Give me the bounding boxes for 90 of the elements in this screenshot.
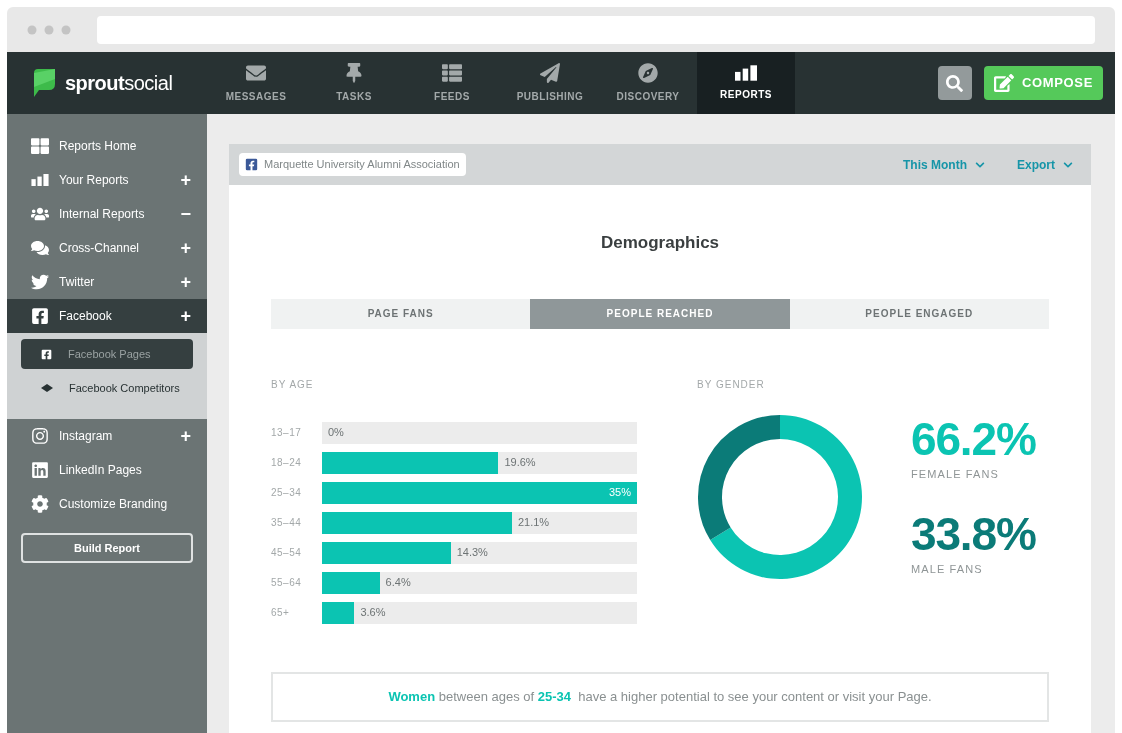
build-report-button[interactable]: Build Report [21, 533, 193, 563]
bar [322, 571, 380, 594]
sidebar-label: Instagram [59, 428, 114, 445]
expand-toggle[interactable]: − [180, 205, 191, 223]
bird-icon [31, 273, 49, 291]
sidebar-item[interactable]: Cross-Channel + [7, 231, 207, 265]
expand-toggle[interactable]: + [180, 307, 191, 325]
list-icon [442, 62, 462, 83]
percentage-value: 66.2% [911, 416, 1036, 462]
chat-bubbles-icon [31, 239, 49, 257]
metric-tab[interactable]: PEOPLE ENGAGED [789, 298, 1049, 329]
stat-label: FEMALE FANS [911, 467, 1000, 482]
age-label: 55–64 [271, 576, 303, 590]
value-label: 14.3% [456, 545, 488, 561]
submenu-item[interactable]: Facebook Pages [21, 339, 193, 369]
chevron-down-icon [1063, 159, 1073, 170]
edit-icon [994, 73, 1014, 93]
bar-chart-icon [31, 174, 49, 186]
value-label: 0% [328, 425, 344, 441]
paper-plane-icon [540, 62, 560, 83]
nav-tab[interactable]: PUBLISHING [501, 52, 599, 114]
sidebar-label: Your Reports [59, 172, 130, 189]
export-dropdown[interactable]: Export [1017, 155, 1073, 174]
value-label: 3.6% [360, 605, 386, 621]
facebook-icon [41, 348, 52, 360]
sidebar-item[interactable]: Your Reports + [7, 163, 207, 197]
expand-toggle[interactable]: + [180, 273, 191, 291]
percentage-value: 33.8% [911, 510, 1036, 557]
metric-tab[interactable]: PEOPLE REACHED [530, 298, 790, 329]
sidebar-label: Internal Reports [59, 206, 146, 223]
value-label: 19.6% [504, 455, 536, 471]
value-label: 35% [608, 485, 631, 501]
sidebar-item[interactable]: LinkedIn Pages [7, 453, 207, 487]
gear-icon [31, 495, 49, 513]
sidebar-label: Twitter [59, 274, 96, 291]
brand-name: sproutsocial [65, 71, 173, 96]
sidebar-item[interactable]: Internal Reports − [7, 197, 207, 231]
period-dropdown[interactable]: This Month [903, 155, 985, 174]
nav-tab[interactable]: MESSAGES [207, 52, 305, 114]
grid-icon [31, 137, 49, 155]
profile-name: Marquette University Alumni Association [264, 157, 460, 173]
value-label: 21.1% [517, 515, 550, 531]
submenu-item[interactable]: Facebook Competitors [21, 373, 193, 403]
submenu-label: Facebook Competitors [69, 380, 180, 396]
sidebar-item[interactable]: Twitter + [7, 265, 207, 299]
stat-label: MALE FANS [911, 561, 984, 577]
nav-tab[interactable]: REPORTS [697, 52, 795, 114]
sidebar-item[interactable]: Facebook + [7, 299, 207, 333]
search-button[interactable] [938, 66, 972, 100]
sidebar-item[interactable]: Reports Home [7, 129, 207, 163]
age-label: 45–54 [271, 546, 303, 560]
submenu-label: Facebook Pages [68, 346, 151, 362]
sidebar-label: Reports Home [59, 138, 138, 155]
age-label: 65+ [271, 606, 291, 620]
value-label: 6.4% [385, 575, 411, 591]
sidebar-item[interactable]: Instagram + [7, 419, 207, 453]
people-icon [31, 205, 49, 223]
expand-toggle[interactable]: + [180, 427, 191, 445]
nav-tab[interactable]: TASKS [305, 52, 403, 114]
nav-tab[interactable]: DISCOVERY [599, 52, 697, 114]
insight-text: Women between ages of 25-34 have a higher potential to see your content or visit your Page. [388, 687, 932, 706]
sidebar-label: LinkedIn Pages [59, 462, 143, 479]
metric-tab[interactable]: PAGE FANS [271, 298, 531, 329]
bar-chart-icon [735, 64, 757, 81]
pin-icon [344, 62, 364, 83]
nav-tab[interactable]: FEEDS [403, 52, 501, 114]
leaf-logo-icon [31, 67, 57, 99]
sidebar-label: Customize Branding [59, 496, 169, 513]
compass-icon [638, 62, 658, 83]
facebook-icon [31, 307, 49, 325]
bar [322, 601, 355, 624]
facebook-icon [245, 158, 258, 171]
expand-toggle[interactable]: + [180, 171, 191, 189]
section-heading: BY GENDER [697, 377, 766, 392]
age-label: 18–24 [271, 456, 303, 470]
sidebar-label: Facebook [59, 308, 113, 325]
search-icon [946, 74, 964, 92]
section-heading: BY AGE [271, 377, 315, 392]
expand-toggle[interactable]: + [180, 239, 191, 257]
linkedin-icon [31, 461, 49, 479]
camera-icon [31, 427, 49, 445]
profile-chip[interactable]: Marquette University Alumni Association [239, 153, 466, 176]
sidebar-label: Cross-Channel [59, 240, 141, 257]
diamond-icon [41, 384, 53, 392]
age-label: 25–34 [271, 486, 303, 500]
report-title: Demographics [599, 232, 721, 254]
sidebar-item[interactable]: Customize Branding [7, 487, 207, 521]
age-label: 35–44 [271, 516, 303, 530]
age-label: 13–17 [271, 426, 303, 440]
chevron-down-icon [975, 159, 985, 170]
